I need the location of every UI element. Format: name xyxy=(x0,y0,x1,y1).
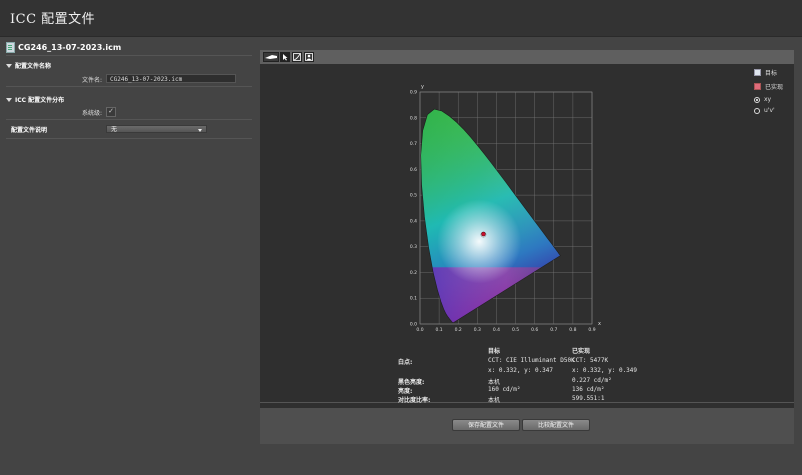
legend-target[interactable]: 目标 xyxy=(754,68,777,77)
system-level-checkbox[interactable]: ✓ xyxy=(106,107,116,117)
black-luminance-target: 本机 xyxy=(488,379,501,386)
profile-file-name: CG246_13-07-2023.icm xyxy=(18,43,122,52)
view-toolbar xyxy=(260,50,794,64)
pointer-icon[interactable] xyxy=(280,52,290,62)
y-tick-label: 0.5 xyxy=(410,193,417,199)
section-profile-distribution[interactable]: ICC 配置文件分布 xyxy=(6,95,64,104)
title-bar: ICC 配置文件 xyxy=(0,0,802,37)
collapse-triangle-icon xyxy=(6,63,12,68)
y-tick-label: 0.8 xyxy=(410,115,417,121)
black-luminance-label: 黑色亮度: xyxy=(398,379,425,386)
x-tick-label: 0.8 xyxy=(569,327,576,333)
section-label: ICC 配置文件分布 xyxy=(15,97,65,104)
black-luminance-achieved: 0.227 cd/m² xyxy=(572,377,612,384)
y-tick-label: 0.3 xyxy=(410,244,417,250)
y-axis-label: y xyxy=(421,84,424,90)
radio-uv-dot xyxy=(754,107,760,114)
collapse-triangle-icon xyxy=(6,97,12,102)
section-label: 配置文件名称 xyxy=(15,63,52,70)
info-col-target: 目标 xyxy=(488,348,501,355)
luminance-label: 亮度: xyxy=(398,388,413,395)
compare-profile-button[interactable]: 比较配置文件 xyxy=(522,419,590,431)
legend-achieved-label: 已实现 xyxy=(765,84,784,91)
legend-achieved-swatch xyxy=(754,83,761,90)
radio-xy-label: xy xyxy=(764,96,772,103)
cie-chromaticity-chart: 0.0 0.1 0.2 0.3 0.4 0.5 0.6 0.7 0.8 0.9 0.0 0.1 0.2 0… xyxy=(410,84,601,333)
white-point-achieved-cct: CCT: 5477K xyxy=(572,357,609,364)
x-tick-label: 0.4 xyxy=(493,327,500,333)
contrast-ratio-achieved: 599.551:1 xyxy=(572,395,605,402)
radio-uv-label: u'v' xyxy=(764,107,775,114)
divider xyxy=(6,119,252,120)
contrast-ratio-label: 对比度比率: xyxy=(398,397,431,404)
info-separator xyxy=(260,402,794,403)
x-tick-label: 0.5 xyxy=(512,327,519,333)
file-icon xyxy=(6,42,15,53)
gamut-panel: 0.0 0.1 0.2 0.3 0.4 0.5 0.6 0.7 0.8 0.9 0.0 0.1 0.2 0… xyxy=(260,50,794,444)
info-col-achieved: 已实现 xyxy=(572,348,591,355)
legend-target-swatch xyxy=(754,69,761,76)
legend-target-label: 目标 xyxy=(765,70,778,77)
white-point-label: 白点: xyxy=(398,359,413,366)
y-tick-label: 0.0 xyxy=(410,322,417,328)
x-axis-label: x xyxy=(598,321,601,327)
divider xyxy=(6,55,252,56)
legend-achieved[interactable]: 已实现 xyxy=(754,82,783,91)
radio-xy[interactable]: xy xyxy=(754,96,771,103)
white-point-target-cct: CCT: CIE Illuminant D50K xyxy=(488,357,575,364)
divider xyxy=(6,86,252,87)
x-tick-label: 0.1 xyxy=(436,327,443,333)
x-tick-label: 0.9 xyxy=(588,327,595,333)
system-level-label: 系统级: xyxy=(81,110,102,117)
select-value: 无 xyxy=(111,126,118,133)
y-tick-label: 0.6 xyxy=(410,167,417,173)
divider xyxy=(6,138,252,139)
x-tick-label: 0.0 xyxy=(416,327,423,333)
radio-uv[interactable]: u'v' xyxy=(754,107,775,114)
achieved-white-point xyxy=(481,231,486,237)
y-tick-label: 0.1 xyxy=(410,296,417,302)
file-name-label: 文件名: xyxy=(81,77,102,84)
profile-info-panel: CG246_13-07-2023.icm 配置文件名称 文件名: CG246_1… xyxy=(0,37,252,475)
profile-file-header: CG246_13-07-2023.icm xyxy=(6,42,121,53)
curve-icon[interactable] xyxy=(292,52,302,62)
section-profile-name[interactable]: 配置文件名称 xyxy=(6,61,51,70)
profile-description-label: 配置文件说明 xyxy=(11,127,48,134)
luminance-target: 160 cd/m² xyxy=(488,386,521,393)
sensor-icon[interactable] xyxy=(263,52,279,62)
y-tick-label: 0.2 xyxy=(410,270,417,276)
x-tick-label: 0.6 xyxy=(531,327,538,333)
x-tick-label: 0.3 xyxy=(474,327,481,333)
y-tick-label: 0.4 xyxy=(410,218,417,224)
x-tick-label: 0.2 xyxy=(455,327,462,333)
contrast-ratio-target: 本机 xyxy=(488,397,501,404)
profile-description-select[interactable]: 无 xyxy=(106,125,207,133)
white-point-markers xyxy=(480,231,487,238)
y-tick-label: 0.9 xyxy=(410,90,417,96)
y-tick-label: 0.7 xyxy=(410,141,417,147)
save-profile-button[interactable]: 保存配置文件 xyxy=(452,419,520,431)
x-tick-label: 0.7 xyxy=(550,327,557,333)
window-title: ICC 配置文件 xyxy=(10,12,96,27)
radio-xy-dot xyxy=(754,96,760,103)
image-icon[interactable] xyxy=(304,52,314,62)
white-point-achieved-xy: x: 0.332, y: 0.349 xyxy=(572,367,638,374)
chevron-down-icon xyxy=(198,129,202,132)
luminance-achieved: 136 cd/m² xyxy=(572,386,605,393)
file-name-field[interactable]: CG246_13-07-2023.icm xyxy=(106,74,236,83)
white-point-target-xy: x: 0.332, y: 0.347 xyxy=(488,367,554,374)
chart-area: 0.0 0.1 0.2 0.3 0.4 0.5 0.6 0.7 0.8 0.9 0.0 0.1 0.2 0… xyxy=(260,64,794,408)
